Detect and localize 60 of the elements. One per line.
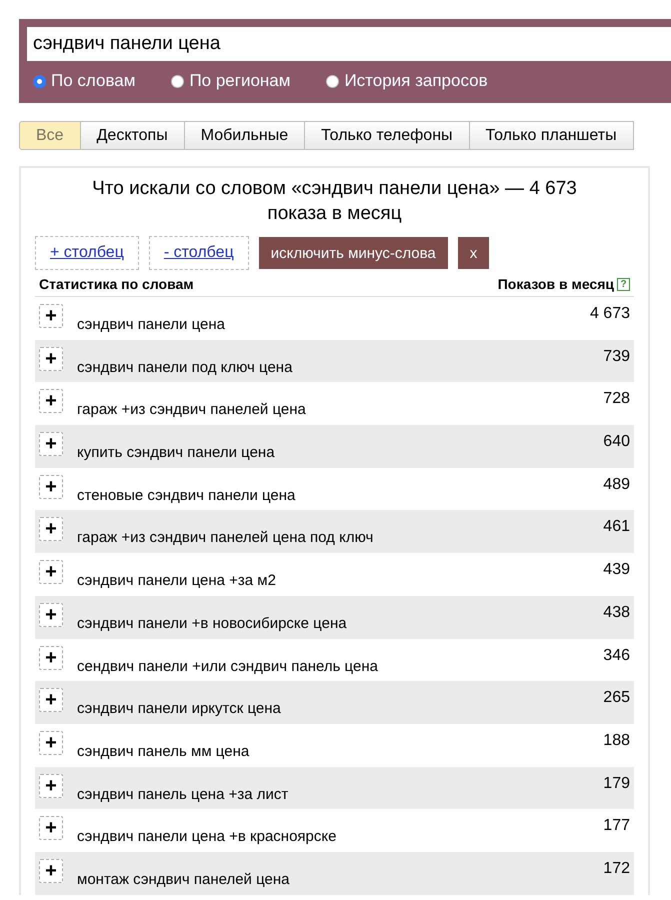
- count-cell: 728: [603, 390, 630, 408]
- phrase-cell-text: гараж +из сэндвич панелей цена: [77, 401, 307, 418]
- phrase-cell-text: сэндвич панели цена +за м2: [77, 572, 277, 590]
- add-phrase-button[interactable]: +: [39, 858, 63, 883]
- count-cell: 177: [603, 817, 630, 836]
- add-phrase-button[interactable]: +: [39, 517, 63, 542]
- add-phrase-button[interactable]: +: [39, 730, 63, 755]
- phrase-cell-text: сэндвич панели под ключ цена: [77, 358, 294, 376]
- device-tab[interactable]: Только телефоны: [305, 121, 470, 150]
- phrase-cell-text: сэндвич панели иркутск цена: [77, 700, 282, 718]
- add-phrase-button[interactable]: +: [39, 816, 63, 840]
- phrase-cell-text: сендвич панели +или сэндвич панель цена: [77, 658, 379, 674]
- column-header: Показов в месяц: [498, 276, 614, 292]
- add-phrase-button[interactable]: +: [39, 646, 63, 670]
- device-tab[interactable]: Мобильные: [184, 121, 306, 150]
- add-column-link[interactable]: + столбец: [35, 236, 139, 270]
- phrase-cell-text: купить сэндвич панели цена: [77, 444, 276, 462]
- radio-label: По регионам: [189, 71, 290, 91]
- column-header: Статистика по словам: [39, 276, 194, 292]
- count-cell: 346: [603, 646, 630, 664]
- search-field[interactable]: сэндвич панели цена: [27, 27, 671, 61]
- count-cell: 265: [603, 689, 630, 708]
- phrase-cell-text: сэндвич панели +в новосибирске цена: [77, 614, 348, 632]
- count-cell: 172: [603, 860, 630, 878]
- mode-radio[interactable]: По регионам: [171, 71, 290, 91]
- count-cell: 739: [603, 348, 630, 366]
- count-cell: 188: [603, 732, 630, 750]
- phrase-cell-text: сэндвич панель цена +за лист: [77, 786, 290, 803]
- count-cell: 179: [603, 774, 630, 793]
- device-tab[interactable]: Все: [19, 121, 81, 150]
- count-cell: 438: [603, 604, 630, 622]
- add-phrase-button[interactable]: +: [39, 432, 63, 456]
- radio-label: По словам: [51, 71, 136, 91]
- add-phrase-button[interactable]: +: [39, 688, 63, 712]
- device-tab[interactable]: Только планшеты: [470, 121, 634, 150]
- count-cell: 4 673: [590, 305, 630, 323]
- phrase-cell-text: сэндвич панели цена +в красноярске: [77, 828, 338, 846]
- exclude-button[interactable]: исключить минус-слова: [258, 237, 448, 269]
- add-phrase-button[interactable]: +: [39, 774, 63, 798]
- mode-radio[interactable]: По словам: [33, 71, 136, 91]
- count-cell: 640: [603, 433, 630, 452]
- phrase-cell-text: гараж +из сэндвич панелей цена под ключ: [77, 529, 374, 546]
- count-cell: 489: [603, 476, 630, 494]
- add-phrase-button[interactable]: +: [39, 346, 63, 371]
- results-title: Что искали со словом «сэндвич панели цена» — 4 673 показа в месяц: [91, 177, 578, 226]
- phrase-cell-text: стеновые сэндвич панели цена: [77, 486, 296, 504]
- count-cell: 461: [603, 518, 630, 536]
- count-cell: 439: [603, 561, 630, 580]
- phrase-cell-text: монтаж сэндвич панелей цена: [77, 870, 290, 888]
- help-icon[interactable]: ?: [617, 278, 630, 290]
- device-tab[interactable]: Десктопы: [80, 121, 185, 150]
- add-phrase-button[interactable]: +: [39, 602, 63, 627]
- remove-column-link[interactable]: - столбец: [148, 236, 249, 270]
- close-button[interactable]: x: [458, 237, 490, 269]
- add-phrase-button[interactable]: +: [39, 474, 63, 499]
- add-phrase-button[interactable]: +: [39, 560, 63, 584]
- phrase-cell-text: сэндвич панели цена: [77, 316, 226, 333]
- add-phrase-button[interactable]: +: [39, 304, 63, 328]
- phrase-cell-text: сэндвич панель мм цена: [77, 742, 250, 760]
- add-phrase-button[interactable]: +: [39, 389, 63, 414]
